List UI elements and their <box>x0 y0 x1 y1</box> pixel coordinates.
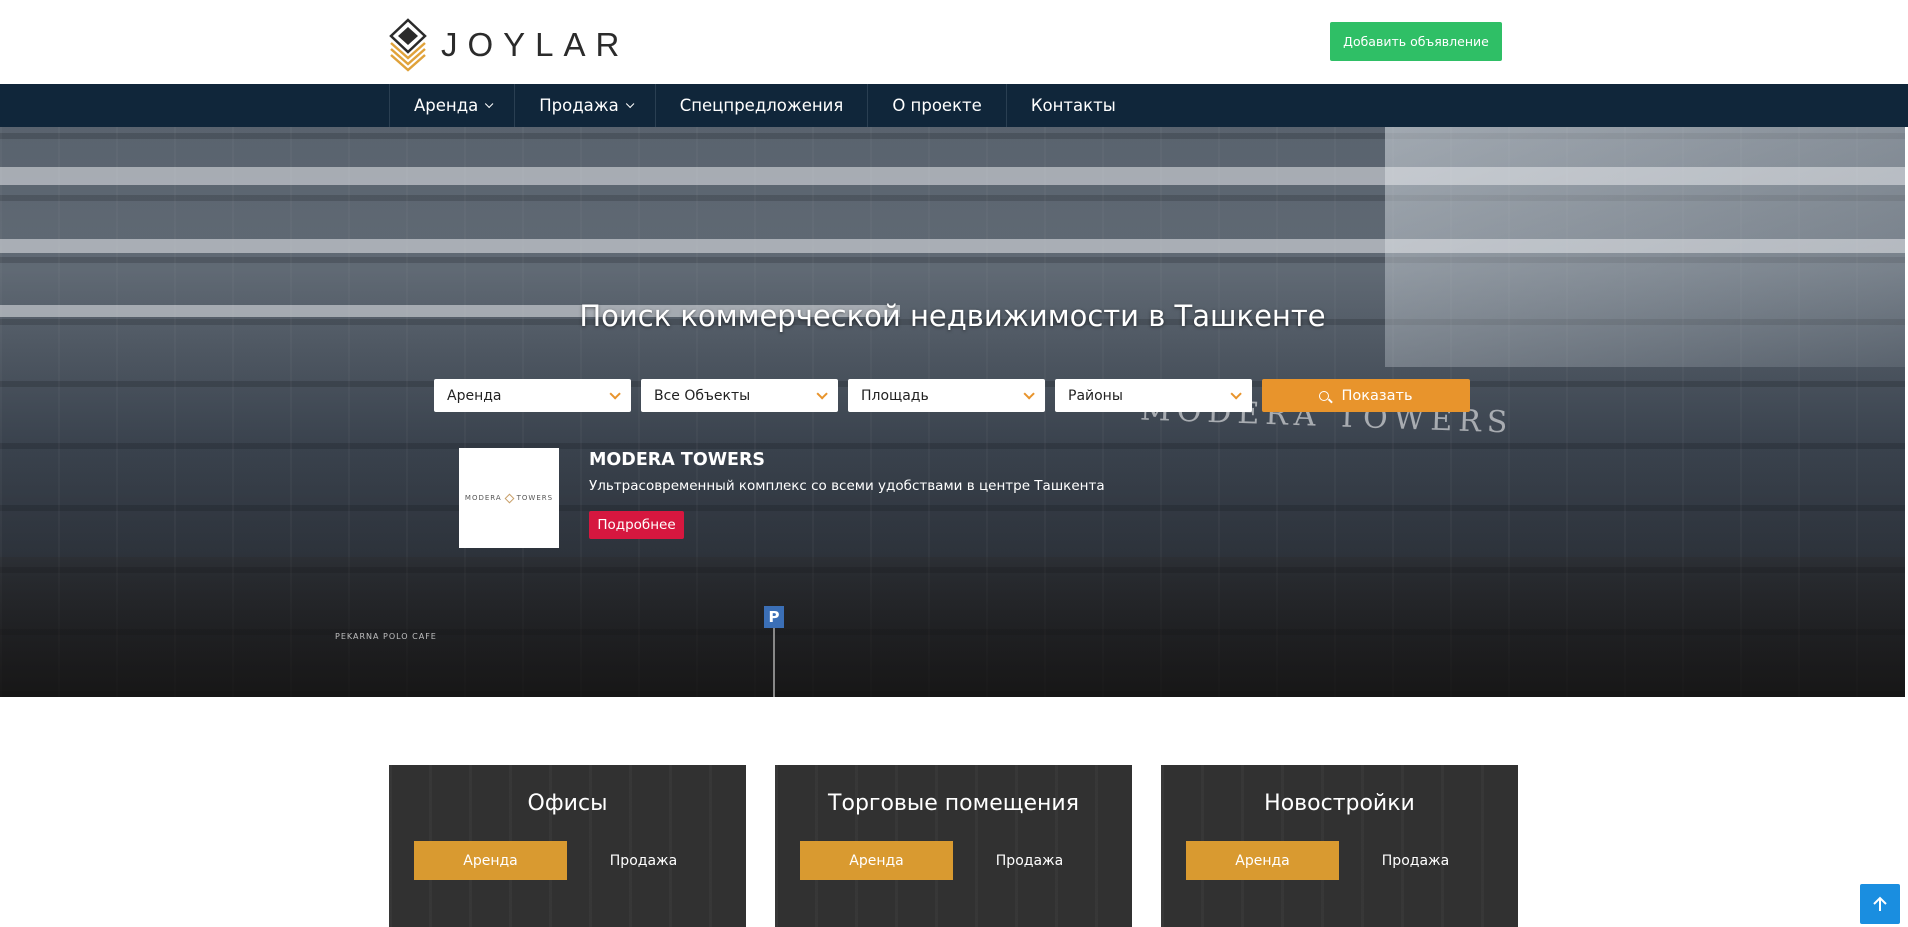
district-select[interactable]: Районы <box>1055 379 1252 412</box>
retail-sale-button[interactable]: Продажа <box>953 841 1106 880</box>
chevron-down-icon <box>816 387 828 400</box>
nav-item-label: Контакты <box>1030 96 1116 115</box>
card-title: Торговые помещения <box>828 791 1079 816</box>
chevron-down-icon <box>1230 387 1242 400</box>
nav-item-label: Аренда <box>414 96 479 115</box>
search-icon <box>1319 390 1330 401</box>
category-card-offices: Офисы Аренда Продажа <box>389 765 746 927</box>
promo-logo-text-right: TOWERS <box>516 494 554 502</box>
show-results-label: Показать <box>1341 387 1413 404</box>
chevron-down-icon <box>625 99 635 108</box>
retail-rent-button[interactable]: Аренда <box>800 841 953 880</box>
cafe-sign-image: PEKARNA POLO CAFE <box>335 632 437 641</box>
promo-logo-text-left: MODERA <box>464 494 502 502</box>
offices-rent-button[interactable]: Аренда <box>414 841 567 880</box>
parking-sign-icon: P <box>764 606 784 628</box>
add-listing-button[interactable]: Добавить объявление <box>1330 22 1502 61</box>
promo-logo[interactable]: MODERA TOWERS <box>459 448 559 548</box>
promo-details-button[interactable]: Подробнее <box>589 511 684 539</box>
logo-text: JOYLAR <box>441 26 630 63</box>
nav-item-label: О проекте <box>892 96 982 115</box>
category-card-new-buildings: Новостройки Аренда Продажа <box>1161 765 1518 927</box>
nav-item-label: Продажа <box>539 96 619 115</box>
nav-item-about[interactable]: О проекте <box>867 84 1005 127</box>
hero-ground <box>0 557 1905 697</box>
deal-type-select[interactable]: Аренда <box>434 379 631 412</box>
logo[interactable]: JOYLAR <box>389 18 629 72</box>
select-value: Все Объекты <box>654 387 751 404</box>
new-buildings-rent-button[interactable]: Аренда <box>1186 841 1339 880</box>
nav-item-label: Спецпредложения <box>679 96 844 115</box>
chevron-down-icon <box>1023 387 1035 400</box>
promo-subtitle: Ультрасовременный комплекс со всеми удоб… <box>589 478 1105 494</box>
logo-icon <box>389 18 427 72</box>
select-value: Аренда <box>447 387 502 404</box>
nav-item-special-offers[interactable]: Спецпредложения <box>654 84 868 127</box>
main-nav: Аренда Продажа Спецпредложения О проекте… <box>0 84 1908 127</box>
chevron-down-icon <box>485 99 494 108</box>
sign-pole <box>773 628 775 697</box>
card-title: Новостройки <box>1264 791 1415 816</box>
search-form: Аренда Все Объекты Площадь Районы Показа… <box>434 379 1470 412</box>
promo-title: MODERA TOWERS <box>589 450 766 470</box>
select-value: Районы <box>1068 387 1123 404</box>
card-title: Офисы <box>527 791 608 816</box>
hero-title: Поиск коммерческой недвижимости в Ташкен… <box>579 299 1326 333</box>
nav-item-sale[interactable]: Продажа <box>514 84 654 127</box>
hero-banner: MODERA TOWERS PEKARNA POLO CAFE P Поиск … <box>0 127 1905 697</box>
area-select[interactable]: Площадь <box>848 379 1045 412</box>
chevron-down-icon <box>609 387 621 400</box>
nav-item-rent[interactable]: Аренда <box>389 84 514 127</box>
category-card-retail: Торговые помещения Аренда Продажа <box>775 765 1132 927</box>
diamond-icon <box>504 493 515 503</box>
offices-sale-button[interactable]: Продажа <box>567 841 720 880</box>
scroll-to-top-button[interactable] <box>1860 884 1900 924</box>
site-header: JOYLAR Добавить объявление <box>0 0 1908 84</box>
new-buildings-sale-button[interactable]: Продажа <box>1339 841 1492 880</box>
hero-decor <box>0 239 1905 253</box>
arrow-up-icon <box>1873 896 1887 911</box>
hero-decor <box>0 167 1905 185</box>
nav-item-contacts[interactable]: Контакты <box>1005 84 1140 127</box>
select-value: Площадь <box>861 387 929 404</box>
object-type-select[interactable]: Все Объекты <box>641 379 838 412</box>
show-results-button[interactable]: Показать <box>1262 379 1470 412</box>
